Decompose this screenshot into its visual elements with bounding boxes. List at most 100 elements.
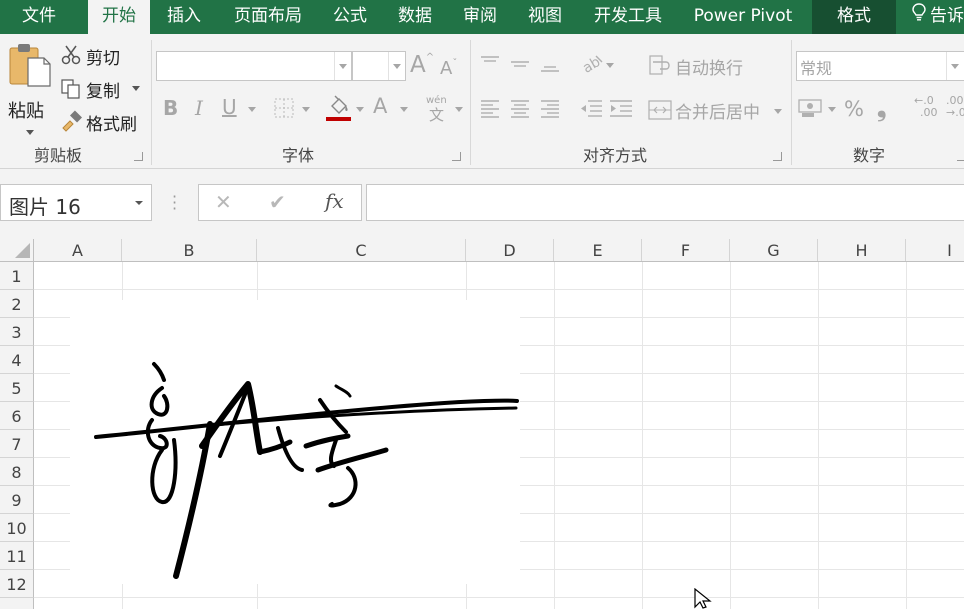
increase-font-size-button[interactable]: A^ bbox=[410, 52, 434, 78]
tell-me-label: 告诉 bbox=[930, 6, 964, 26]
align-top-icon[interactable] bbox=[478, 52, 502, 80]
gridline bbox=[906, 262, 907, 609]
number-format-dropdown[interactable] bbox=[946, 52, 963, 80]
accounting-dropdown-icon[interactable] bbox=[828, 107, 836, 112]
tab-review[interactable]: 审阅 bbox=[452, 0, 508, 34]
column-header-c[interactable]: C bbox=[257, 239, 466, 261]
alignment-dialog-launcher-icon[interactable] bbox=[773, 152, 782, 161]
tab-power-pivot[interactable]: Power Pivot bbox=[684, 0, 802, 34]
insert-function-icon[interactable]: fx bbox=[325, 189, 344, 213]
column-header-d[interactable]: D bbox=[466, 239, 554, 261]
paste-label: 粘贴 bbox=[8, 101, 44, 122]
tell-me-box[interactable]: 告诉 bbox=[906, 0, 964, 34]
row-header-1[interactable]: 1 bbox=[0, 262, 34, 290]
row-header-10[interactable]: 10 bbox=[0, 514, 34, 542]
align-center-icon[interactable] bbox=[508, 96, 532, 124]
fill-color-icon[interactable] bbox=[326, 94, 352, 126]
column-header-a[interactable]: A bbox=[34, 239, 122, 261]
align-left-icon[interactable] bbox=[478, 96, 502, 124]
orientation-dropdown-icon[interactable] bbox=[606, 63, 614, 68]
number-dialog-launcher-icon[interactable] bbox=[957, 152, 964, 161]
align-right-icon[interactable] bbox=[538, 96, 562, 124]
increase-decimal-button[interactable]: ←.0.00 bbox=[914, 95, 938, 119]
percent-style-button[interactable]: % bbox=[844, 97, 864, 121]
row-header-5[interactable]: 5 bbox=[0, 374, 34, 402]
merge-center-button[interactable]: 合并后居中 bbox=[648, 96, 788, 123]
tab-data[interactable]: 数据 bbox=[386, 0, 444, 34]
orientation-icon[interactable]: ab bbox=[580, 52, 604, 80]
format-painter-button[interactable]: 格式刷 bbox=[60, 110, 146, 135]
underline-button[interactable]: U bbox=[222, 95, 237, 119]
increase-indent-icon[interactable] bbox=[608, 96, 634, 124]
font-dialog-launcher-icon[interactable] bbox=[452, 152, 461, 161]
fill-color-dropdown-icon[interactable] bbox=[356, 107, 364, 112]
column-header-i[interactable]: I bbox=[906, 239, 964, 261]
column-header-g[interactable]: G bbox=[730, 239, 818, 261]
formula-input[interactable] bbox=[366, 184, 964, 221]
column-header-e[interactable]: E bbox=[554, 239, 642, 261]
accounting-format-icon[interactable] bbox=[798, 97, 824, 123]
enter-icon[interactable]: ✔ bbox=[269, 190, 286, 214]
row-header-6[interactable]: 6 bbox=[0, 402, 34, 430]
row-header-11[interactable]: 11 bbox=[0, 542, 34, 570]
row-header-2[interactable]: 2 bbox=[0, 290, 34, 318]
merge-dropdown-icon[interactable] bbox=[774, 109, 782, 114]
copy-button[interactable]: 复制 bbox=[60, 77, 146, 102]
font-color-button[interactable]: A bbox=[373, 94, 387, 118]
cut-button[interactable]: 剪切 bbox=[60, 44, 146, 69]
column-header-f[interactable]: F bbox=[642, 239, 730, 261]
wrap-text-button[interactable]: 自动换行 bbox=[648, 52, 778, 79]
underline-dropdown-icon[interactable] bbox=[248, 107, 256, 112]
row-header-13[interactable] bbox=[0, 598, 34, 609]
group-separator bbox=[151, 40, 152, 165]
font-color-dropdown-icon[interactable] bbox=[400, 107, 408, 112]
signature-picture[interactable] bbox=[70, 300, 520, 584]
font-size-input[interactable] bbox=[352, 51, 406, 81]
number-format-select[interactable]: 常规 bbox=[796, 51, 964, 81]
tab-developer[interactable]: 开发工具 bbox=[584, 0, 672, 34]
align-bottom-icon[interactable] bbox=[538, 52, 562, 80]
font-name-dropdown[interactable] bbox=[334, 52, 351, 80]
paste-dropdown-icon bbox=[26, 130, 34, 135]
decrease-font-size-button[interactable]: Aˇ bbox=[440, 58, 457, 79]
paste-button[interactable]: 粘贴 bbox=[6, 42, 52, 142]
column-header-b[interactable]: B bbox=[122, 239, 257, 261]
row-header-12[interactable]: 12 bbox=[0, 570, 34, 598]
row-header-8[interactable]: 8 bbox=[0, 458, 34, 486]
column-header-row: A B C D E F G H I bbox=[0, 239, 964, 262]
row-header-9[interactable]: 9 bbox=[0, 486, 34, 514]
formula-buttons: ✕ ✔ fx bbox=[198, 184, 362, 221]
tab-format[interactable]: 格式 bbox=[812, 0, 896, 34]
clipboard-dialog-launcher-icon[interactable] bbox=[134, 152, 143, 161]
tab-view[interactable]: 视图 bbox=[517, 0, 573, 34]
tab-file[interactable]: 文件 bbox=[8, 0, 70, 34]
name-box[interactable]: 图片 16 bbox=[0, 184, 152, 221]
copy-label: 复制 bbox=[86, 82, 120, 102]
phonetic-dropdown-icon[interactable] bbox=[455, 107, 463, 112]
font-size-dropdown[interactable] bbox=[388, 52, 405, 80]
tab-home[interactable]: 开始 bbox=[88, 0, 150, 34]
italic-button[interactable]: I bbox=[195, 96, 203, 120]
align-middle-icon[interactable] bbox=[508, 52, 532, 80]
comma-style-button[interactable]: ❟ bbox=[877, 94, 886, 122]
wrap-text-icon bbox=[648, 54, 672, 82]
borders-dropdown-icon[interactable] bbox=[302, 107, 310, 112]
formula-bar-splitter[interactable]: · · · bbox=[172, 189, 177, 217]
decrease-decimal-button[interactable]: .00 →.0 bbox=[946, 95, 964, 119]
borders-icon[interactable] bbox=[273, 97, 295, 123]
tab-formulas[interactable]: 公式 bbox=[322, 0, 378, 34]
font-name-input[interactable] bbox=[156, 51, 352, 81]
phonetic-guide-bottom[interactable]: 文 bbox=[429, 104, 444, 125]
copy-dropdown-icon bbox=[132, 86, 140, 91]
row-header-3[interactable]: 3 bbox=[0, 318, 34, 346]
tab-insert[interactable]: 插入 bbox=[156, 0, 212, 34]
row-header-7[interactable]: 7 bbox=[0, 430, 34, 458]
bold-button[interactable]: B bbox=[163, 96, 178, 120]
row-header-4[interactable]: 4 bbox=[0, 346, 34, 374]
cancel-icon[interactable]: ✕ bbox=[215, 190, 232, 214]
tab-page-layout[interactable]: 页面布局 bbox=[224, 0, 312, 34]
column-header-h[interactable]: H bbox=[818, 239, 906, 261]
decrease-indent-icon[interactable] bbox=[578, 96, 604, 124]
select-all-button[interactable] bbox=[0, 239, 34, 261]
name-box-dropdown-icon[interactable] bbox=[135, 201, 143, 205]
